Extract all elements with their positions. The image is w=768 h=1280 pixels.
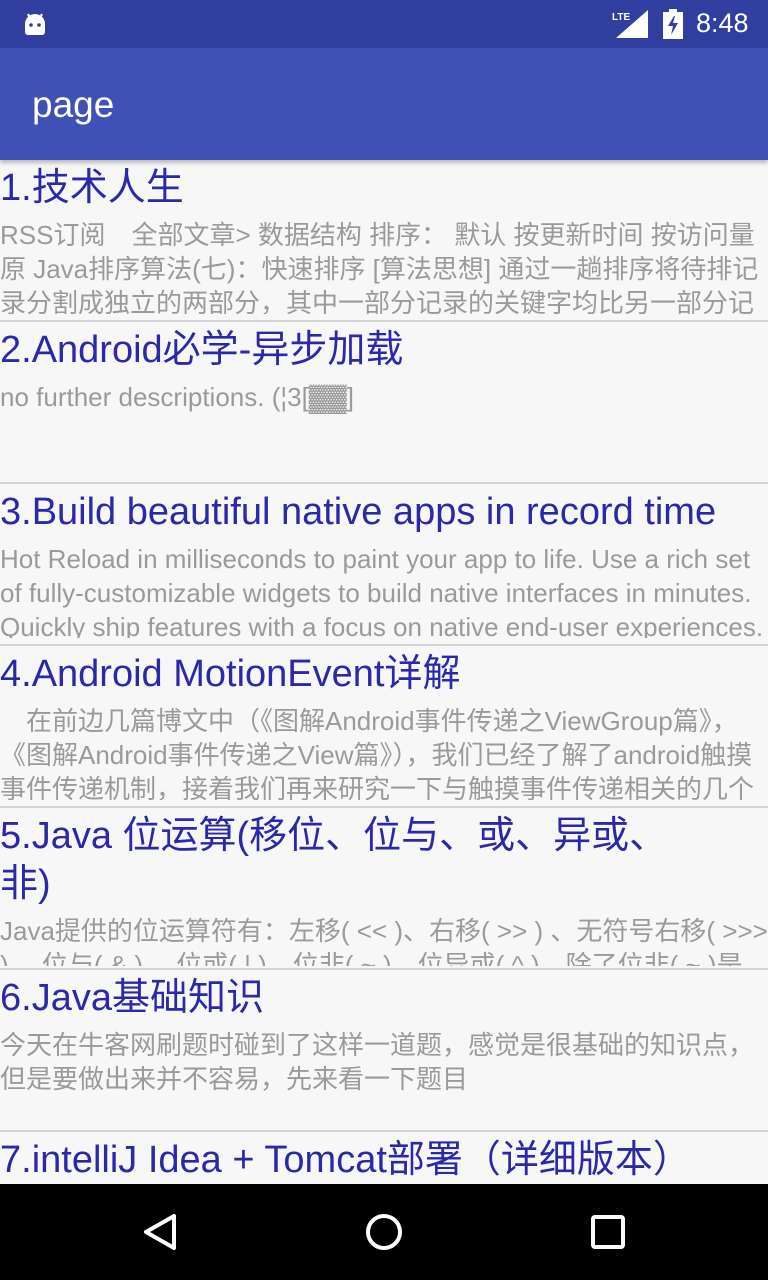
article-title: 7.intelliJ Idea + Tomcat部署（详细版本） (0, 1139, 691, 1181)
status-clock: 8:48 (696, 8, 749, 38)
home-icon[interactable] (360, 1208, 408, 1256)
recents-icon[interactable] (584, 1208, 632, 1256)
article-title: 1.技术人生 (0, 167, 184, 209)
article-title: 3.Build beautiful native apps in record … (0, 491, 717, 533)
battery-charging-icon (663, 9, 683, 39)
article-title: 4.Android MotionEvent详解 (0, 653, 461, 695)
article-description: 今天在牛客网刷题时碰到了这样一道题，感觉是很基础的知识点，但是要做出来并不容易，… (0, 1030, 755, 1094)
list-item[interactable]: 6.Java基础知识 今天在牛客网刷题时碰到了这样一道题，感觉是很基础的知识点，… (0, 970, 768, 1132)
article-description: RSS订阅 全部文章> 数据结构 排序： 默认 按更新时间 按访问量 原 Jav… (0, 220, 768, 314)
status-bar: LTE 8:48 (0, 0, 768, 48)
article-title: 5.Java 位运算(移位、位与、或、异或、非) (0, 815, 668, 905)
article-description: no further descriptions. (¦3[▓▓] (0, 382, 354, 412)
article-list[interactable]: 1.技术人生 RSS订阅 全部文章> 数据结构 排序： 默认 按更新时间 按访问… (0, 160, 768, 1184)
list-item[interactable]: 4.Android MotionEvent详解 在前边几篇博文中（《图解Andr… (0, 646, 768, 808)
article-description: 在前边几篇博文中（《图解Android事件传递之ViewGroup篇》，《图解A… (0, 706, 755, 800)
signal-icon: LTE (612, 10, 648, 38)
back-icon[interactable] (136, 1208, 184, 1256)
android-icon (25, 13, 45, 35)
page-title: page (32, 84, 115, 125)
article-title: 6.Java基础知识 (0, 977, 264, 1019)
article-description: Hot Reload in milliseconds to paint your… (0, 544, 764, 638)
network-label: LTE (612, 12, 630, 23)
list-item[interactable]: 5.Java 位运算(移位、位与、或、异或、非) Java提供的位运算符有：左移… (0, 808, 768, 970)
list-item[interactable]: 7.intelliJ Idea + Tomcat部署（详细版本） (0, 1132, 768, 1184)
article-description: Java提供的位运算符有：左移( << )、右移( >> ) 、无符号右移( >… (0, 916, 768, 966)
list-item[interactable]: 3.Build beautiful native apps in record … (0, 484, 768, 646)
app-bar: page (0, 48, 768, 160)
list-item[interactable]: 2.Android必学-异步加载 no further descriptions… (0, 322, 768, 484)
navigation-bar (0, 1184, 768, 1280)
article-title: 2.Android必学-异步加载 (0, 329, 404, 371)
list-item[interactable]: 1.技术人生 RSS订阅 全部文章> 数据结构 排序： 默认 按更新时间 按访问… (0, 160, 768, 322)
